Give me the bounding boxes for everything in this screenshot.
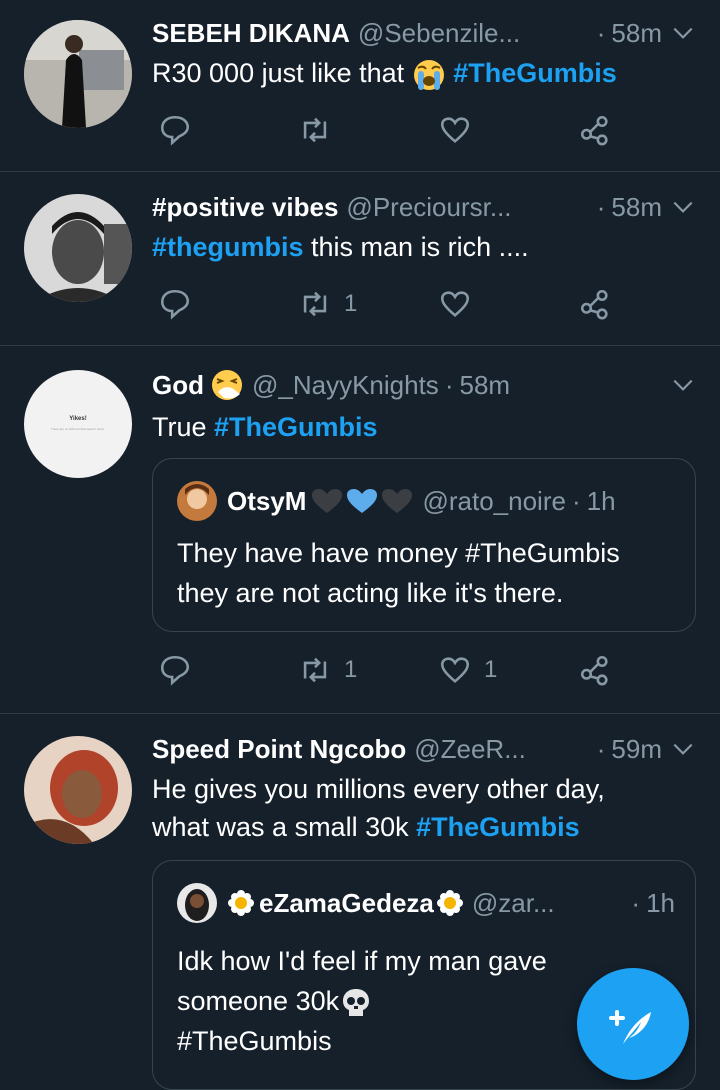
timestamp[interactable]: 59m — [611, 734, 662, 765]
author-handle[interactable]: @ZeeR... — [414, 734, 526, 765]
heart-icon — [440, 657, 470, 684]
avatar[interactable] — [24, 194, 132, 302]
retweet-button[interactable] — [298, 110, 332, 150]
heart-icon — [440, 291, 470, 318]
quoted-timestamp[interactable]: 1h — [646, 888, 675, 919]
tweet[interactable]: #positive vibes @Precioursr... · 58m #th… — [0, 172, 720, 346]
quoted-avatar[interactable] — [177, 481, 217, 521]
reply-icon — [160, 115, 190, 146]
compose-tweet-icon — [609, 1010, 651, 1044]
reply-button[interactable] — [158, 284, 192, 324]
author-handle[interactable]: @Precioursr... — [346, 192, 511, 223]
tweet-text-line: He gives you millions every other day, — [152, 774, 605, 804]
share-icon — [580, 655, 608, 686]
hashtag[interactable]: #TheGumbis — [416, 812, 580, 842]
heart-icon — [440, 117, 470, 144]
separator-dot: · — [444, 369, 454, 400]
share-button[interactable] — [578, 650, 612, 690]
sneezing-face-icon — [212, 370, 242, 400]
quoted-text-line: someone 30k — [177, 986, 340, 1016]
hashtag[interactable]: #TheGumbis — [453, 58, 617, 88]
retweet-icon — [303, 657, 327, 683]
avatar-photo — [177, 883, 217, 923]
separator-dot: · — [571, 485, 581, 516]
retweet-count: 1 — [344, 656, 358, 683]
like-button[interactable]: 1 — [438, 650, 497, 690]
chevron-down-icon[interactable] — [670, 20, 696, 46]
quoted-author-name[interactable]: eZamaGedeza — [259, 888, 434, 919]
hashtag[interactable]: #TheGumbis — [214, 412, 378, 442]
avatar[interactable]: Yikes! There are no GIFs for that search… — [24, 370, 132, 478]
separator-dot: · — [596, 191, 606, 222]
author-handle[interactable]: @_NayyKnights — [252, 370, 439, 401]
tweet[interactable]: Yikes! There are no GIFs for that search… — [0, 346, 720, 714]
retweet-count: 1 — [344, 290, 358, 317]
sunflower-icon — [228, 890, 254, 916]
share-button[interactable] — [578, 284, 612, 324]
hashtag[interactable]: #thegumbis — [152, 232, 304, 262]
avatar[interactable] — [24, 20, 132, 128]
like-button[interactable] — [438, 284, 472, 324]
separator-dot: · — [596, 733, 606, 764]
quoted-text-line: They have have money #TheGumbis — [177, 538, 620, 568]
quoted-avatar[interactable] — [177, 883, 217, 923]
quoted-text-line: they are not acting like it's there. — [177, 578, 564, 608]
avatar-photo — [24, 20, 132, 128]
skull-icon — [343, 988, 370, 1016]
author-name[interactable]: God — [152, 370, 204, 401]
chevron-down-icon[interactable] — [670, 194, 696, 220]
avatar-photo — [24, 194, 132, 302]
reply-icon — [160, 289, 190, 320]
quoted-author-handle[interactable]: @rato_noire — [422, 486, 565, 517]
chevron-down-icon[interactable] — [670, 372, 696, 398]
compose-tweet-button[interactable] — [577, 968, 689, 1080]
reply-button[interactable] — [158, 110, 192, 150]
timestamp[interactable]: 58m — [459, 370, 510, 401]
avatar-photo — [24, 736, 132, 844]
retweet-icon — [303, 291, 327, 317]
tweet[interactable]: SEBEH DIKANA @Sebenzile... · 58m R30 000… — [0, 0, 720, 172]
sunflower-icon — [436, 890, 463, 916]
reply-button[interactable] — [158, 650, 192, 690]
avatar-photo — [177, 481, 217, 521]
avatar-title: Yikes! — [69, 416, 87, 422]
share-icon — [580, 115, 608, 146]
quoted-author-handle[interactable]: @zar... — [472, 888, 555, 919]
hearts-icon — [312, 489, 413, 513]
quoted-tweet[interactable]: OtsyM @rato_noire · 1h They have have mo… — [152, 458, 696, 632]
separator-dot: · — [596, 17, 606, 48]
share-icon — [580, 289, 608, 320]
chevron-down-icon[interactable] — [670, 736, 696, 762]
share-button[interactable] — [578, 110, 612, 150]
quoted-timestamp[interactable]: 1h — [587, 486, 616, 517]
author-name[interactable]: SEBEH DIKANA — [152, 18, 350, 49]
quoted-author-name[interactable]: OtsyM — [227, 486, 306, 517]
author-name[interactable]: Speed Point Ngcobo — [152, 734, 406, 765]
crying-face-icon — [413, 59, 444, 90]
separator-dot: · — [631, 887, 641, 918]
retweet-button[interactable]: 1 — [298, 284, 357, 324]
timestamp[interactable]: 58m — [611, 18, 662, 49]
retweet-button[interactable]: 1 — [298, 650, 357, 690]
author-name[interactable]: #positive vibes — [152, 192, 338, 223]
reply-icon — [160, 655, 190, 686]
tweet-text-line: what was a small 30k — [152, 812, 417, 842]
avatar-subtitle: There are no GIFs for that search. Hmm. — [50, 427, 106, 431]
author-handle[interactable]: @Sebenzile... — [358, 18, 520, 49]
timestamp[interactable]: 58m — [611, 192, 662, 223]
retweet-icon — [303, 117, 327, 143]
like-count: 1 — [484, 656, 498, 683]
like-button[interactable] — [438, 110, 472, 150]
tweet-text: R30 000 just like that — [152, 58, 405, 88]
tweet-text: True — [152, 412, 215, 442]
tweet-text: this man is rich .... — [303, 232, 529, 262]
avatar[interactable] — [24, 736, 132, 844]
